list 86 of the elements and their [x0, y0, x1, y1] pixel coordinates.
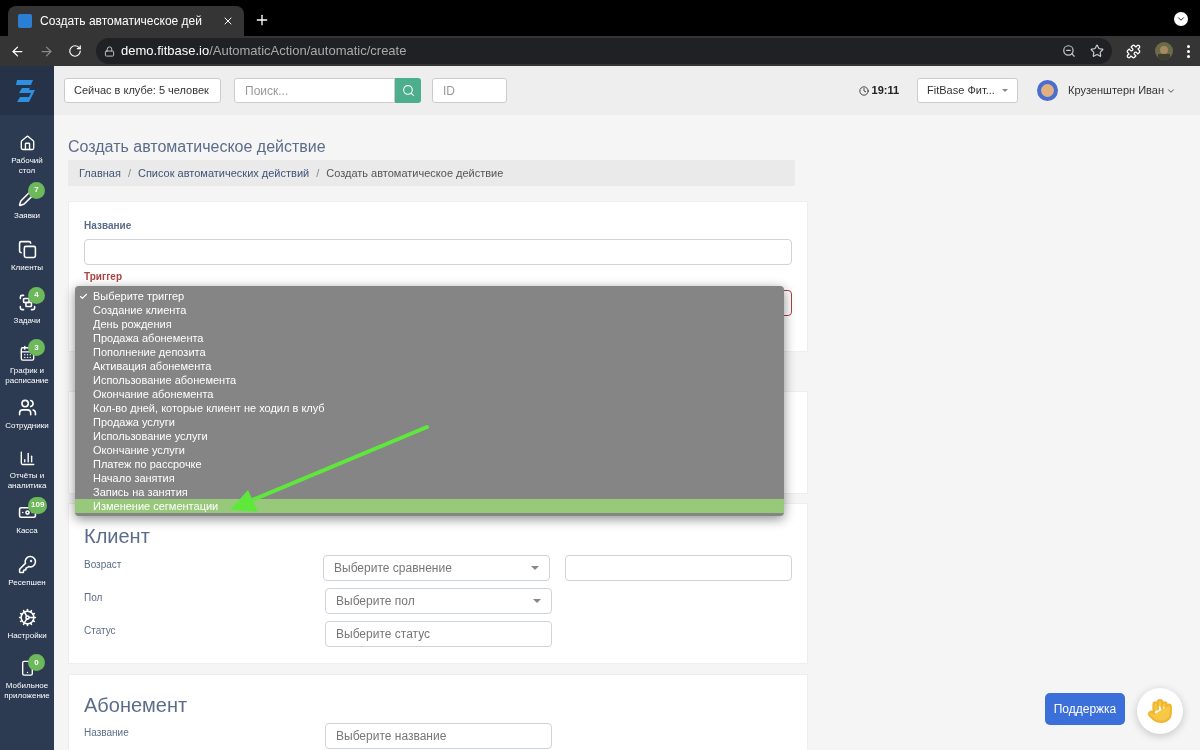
browser-tab[interactable]: Создать автоматическое дей	[8, 6, 244, 36]
logo-icon	[18, 14, 32, 28]
search-field[interactable]: Поиск...	[234, 78, 395, 103]
caret-icon	[531, 566, 539, 570]
close-icon[interactable]	[222, 15, 234, 27]
dropdown-option[interactable]: Окончание абонемента	[75, 387, 784, 401]
input-field[interactable]	[565, 555, 792, 581]
sidebar-item[interactable]: Заявки 7	[0, 175, 54, 228]
key-icon	[17, 555, 37, 574]
section-heading: Клиент	[84, 524, 151, 548]
support-button[interactable]: Поддержка	[1045, 693, 1125, 725]
select-field[interactable]: Выберите сравнение	[323, 555, 550, 581]
sidebar-item[interactable]: Мобильное приложение 0	[0, 648, 54, 701]
user-menu[interactable]: Крузенштерн Иван	[1068, 82, 1176, 99]
sidebar-item[interactable]: Клиенты	[0, 228, 54, 281]
breadcrumb-separator: /	[316, 165, 320, 181]
back-icon[interactable]	[10, 43, 25, 59]
search-icon	[401, 84, 415, 97]
dropdown-option[interactable]: Использование абонемента	[75, 373, 784, 387]
sidebar-item[interactable]: Задачи 4	[0, 280, 54, 333]
breadcrumb-link[interactable]: Главная	[79, 164, 121, 182]
count-badge: 7	[28, 181, 45, 199]
count-badge: 3	[28, 339, 45, 356]
count-badge: 4	[28, 286, 45, 304]
zoom-icon[interactable]	[1062, 44, 1076, 58]
caret-icon	[533, 599, 541, 603]
field-label: Название	[84, 219, 133, 233]
reload-icon[interactable]	[68, 44, 82, 58]
dropdown-option[interactable]: Платеж по рассрочке	[75, 457, 784, 471]
hand-icon	[1147, 698, 1173, 724]
users-icon	[17, 397, 37, 417]
dropdown-option[interactable]: Создание клиента	[75, 303, 784, 317]
dropdown-option[interactable]: Кол-во дней, которые клиент не ходил в клуб	[75, 401, 784, 415]
sidebar-item[interactable]: Отчёты и аналитика	[0, 438, 54, 491]
breadcrumb-separator: /	[127, 165, 131, 181]
extensions-icon[interactable]	[1126, 43, 1141, 59]
dropdown-option[interactable]: Окончание услуги	[75, 443, 784, 457]
id-field[interactable]: ID	[432, 78, 507, 103]
name-field[interactable]	[84, 239, 792, 265]
input-field[interactable]: Выберите название	[325, 723, 552, 749]
sidebar-item[interactable]: График и расписание 3	[0, 333, 54, 386]
field-label: Название	[84, 726, 130, 740]
field-label: Пол	[84, 591, 104, 605]
clock-time: 19:11	[871, 83, 900, 99]
dropdown-option[interactable]: Запись на занятия	[75, 485, 784, 499]
new-tab-icon[interactable]	[254, 12, 270, 28]
forward-icon[interactable]	[39, 43, 54, 59]
sidebar-item[interactable]: Сотрудники	[0, 385, 54, 438]
club-select[interactable]: FitBase Фит...	[917, 78, 1019, 103]
sidebar-item[interactable]: Ресепшен	[0, 543, 54, 596]
field-label: Статус	[84, 624, 117, 638]
field-label: Возраст	[84, 558, 123, 572]
dropdown-option[interactable]: Продажа услуги	[75, 415, 784, 429]
avatar	[1037, 80, 1059, 101]
section-heading: Абонемент	[84, 693, 189, 717]
logo-icon[interactable]	[0, 66, 54, 115]
breadcrumb-current: Создать автоматическое действие	[326, 165, 504, 181]
dropdown-option[interactable]: Использование услуги	[75, 429, 784, 443]
url-field[interactable]: demo.fitbase.io/AutomaticAction/automatic/create	[96, 38, 1112, 64]
sidebar-item[interactable]: Настройки	[0, 595, 54, 648]
input-field[interactable]: Выберите статус	[325, 621, 552, 647]
tab-menu-icon[interactable]	[1174, 12, 1188, 26]
count-badge: 109	[28, 496, 48, 514]
dropdown-option[interactable]: Активация абонемента	[75, 359, 784, 373]
club-count-field: Сейчас в клубе: 5 человек	[64, 78, 221, 103]
tab-title: Создать автоматическое дей	[40, 13, 203, 30]
copy-icon	[17, 240, 37, 259]
url-text: demo.fitbase.io/AutomaticAction/automatic/create	[121, 42, 407, 61]
dropdown-option[interactable]: Выберите триггер	[75, 289, 784, 303]
more-icon[interactable]	[1187, 44, 1190, 58]
caret-icon	[1002, 89, 1009, 92]
clock-icon	[858, 85, 869, 96]
dropdown-option[interactable]: День рождения	[75, 317, 784, 331]
sidebar-item[interactable]: Рабочий стол	[0, 123, 54, 176]
field-label: Триггер	[84, 270, 123, 284]
lock-icon	[104, 45, 115, 57]
sidebar-item[interactable]: Касса 109	[0, 490, 54, 543]
select-field[interactable]: Выберите пол	[325, 588, 552, 614]
star-icon[interactable]	[1090, 44, 1104, 58]
settings-icon	[17, 607, 37, 627]
dropdown-option[interactable]: Продажа абонемента	[75, 331, 784, 345]
count-badge: 0	[28, 654, 45, 671]
breadcrumb-link[interactable]: Список автоматических действий	[137, 164, 310, 182]
dropdown-option[interactable]: Пополнение депозита	[75, 345, 784, 359]
dropdown-option[interactable]: Начало занятия	[75, 471, 784, 485]
page-title: Создать автоматическое действие	[68, 138, 327, 156]
